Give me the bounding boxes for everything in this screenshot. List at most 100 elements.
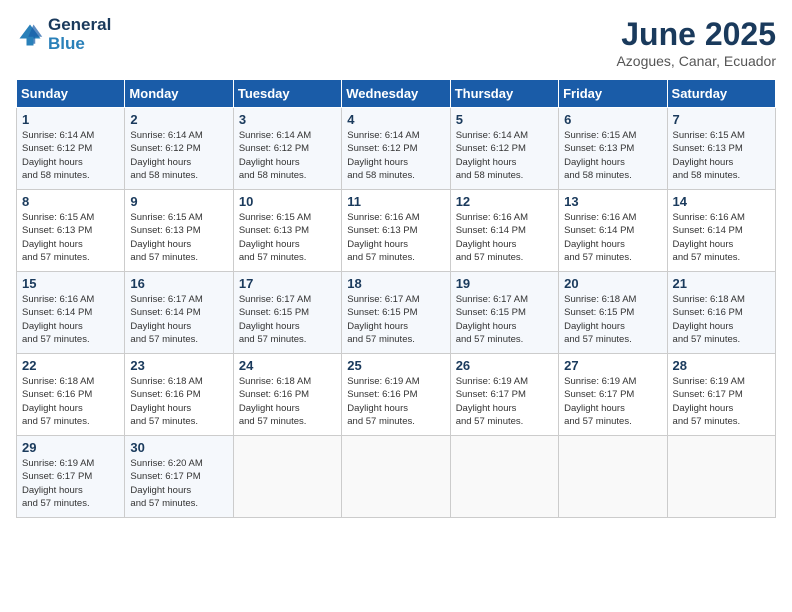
calendar-cell: 11 Sunrise: 6:16 AM Sunset: 6:13 PM Dayl… <box>342 190 450 272</box>
day-info: Sunrise: 6:15 AM Sunset: 6:13 PM Dayligh… <box>239 211 336 264</box>
day-number: 2 <box>130 112 227 127</box>
calendar-subtitle: Azogues, Canar, Ecuador <box>616 53 776 69</box>
day-number: 21 <box>673 276 770 291</box>
day-info: Sunrise: 6:14 AM Sunset: 6:12 PM Dayligh… <box>347 129 444 182</box>
calendar-cell: 16 Sunrise: 6:17 AM Sunset: 6:14 PM Dayl… <box>125 272 233 354</box>
calendar-cell: 26 Sunrise: 6:19 AM Sunset: 6:17 PM Dayl… <box>450 354 558 436</box>
day-info: Sunrise: 6:18 AM Sunset: 6:16 PM Dayligh… <box>22 375 119 428</box>
calendar-cell: 24 Sunrise: 6:18 AM Sunset: 6:16 PM Dayl… <box>233 354 341 436</box>
calendar-cell: 9 Sunrise: 6:15 AM Sunset: 6:13 PM Dayli… <box>125 190 233 272</box>
day-number: 11 <box>347 194 444 209</box>
day-number: 8 <box>22 194 119 209</box>
page-header: General Blue June 2025 Azogues, Canar, E… <box>16 16 776 69</box>
calendar-cell: 7 Sunrise: 6:15 AM Sunset: 6:13 PM Dayli… <box>667 108 775 190</box>
day-info: Sunrise: 6:17 AM Sunset: 6:15 PM Dayligh… <box>456 293 553 346</box>
calendar-cell: 10 Sunrise: 6:15 AM Sunset: 6:13 PM Dayl… <box>233 190 341 272</box>
calendar-cell: 15 Sunrise: 6:16 AM Sunset: 6:14 PM Dayl… <box>17 272 125 354</box>
day-info: Sunrise: 6:19 AM Sunset: 6:17 PM Dayligh… <box>456 375 553 428</box>
calendar-cell: 4 Sunrise: 6:14 AM Sunset: 6:12 PM Dayli… <box>342 108 450 190</box>
day-info: Sunrise: 6:16 AM Sunset: 6:14 PM Dayligh… <box>456 211 553 264</box>
day-info: Sunrise: 6:15 AM Sunset: 6:13 PM Dayligh… <box>22 211 119 264</box>
day-number: 13 <box>564 194 661 209</box>
day-number: 10 <box>239 194 336 209</box>
day-info: Sunrise: 6:15 AM Sunset: 6:13 PM Dayligh… <box>564 129 661 182</box>
day-number: 14 <box>673 194 770 209</box>
calendar-cell: 27 Sunrise: 6:19 AM Sunset: 6:17 PM Dayl… <box>559 354 667 436</box>
day-number: 15 <box>22 276 119 291</box>
calendar-title: June 2025 <box>616 16 776 53</box>
day-number: 25 <box>347 358 444 373</box>
calendar-cell: 5 Sunrise: 6:14 AM Sunset: 6:12 PM Dayli… <box>450 108 558 190</box>
calendar-cell: 12 Sunrise: 6:16 AM Sunset: 6:14 PM Dayl… <box>450 190 558 272</box>
calendar-cell: 8 Sunrise: 6:15 AM Sunset: 6:13 PM Dayli… <box>17 190 125 272</box>
day-number: 20 <box>564 276 661 291</box>
day-info: Sunrise: 6:20 AM Sunset: 6:17 PM Dayligh… <box>130 457 227 510</box>
col-tuesday: Tuesday <box>233 80 341 108</box>
day-info: Sunrise: 6:18 AM Sunset: 6:16 PM Dayligh… <box>239 375 336 428</box>
calendar-cell <box>233 436 341 518</box>
calendar-cell <box>342 436 450 518</box>
calendar-cell: 13 Sunrise: 6:16 AM Sunset: 6:14 PM Dayl… <box>559 190 667 272</box>
calendar-cell: 18 Sunrise: 6:17 AM Sunset: 6:15 PM Dayl… <box>342 272 450 354</box>
calendar-header-row: Sunday Monday Tuesday Wednesday Thursday… <box>17 80 776 108</box>
day-info: Sunrise: 6:16 AM Sunset: 6:14 PM Dayligh… <box>673 211 770 264</box>
day-number: 1 <box>22 112 119 127</box>
calendar-cell: 2 Sunrise: 6:14 AM Sunset: 6:12 PM Dayli… <box>125 108 233 190</box>
day-info: Sunrise: 6:14 AM Sunset: 6:12 PM Dayligh… <box>456 129 553 182</box>
calendar-cell: 25 Sunrise: 6:19 AM Sunset: 6:16 PM Dayl… <box>342 354 450 436</box>
day-info: Sunrise: 6:14 AM Sunset: 6:12 PM Dayligh… <box>130 129 227 182</box>
day-number: 4 <box>347 112 444 127</box>
calendar-week-3: 15 Sunrise: 6:16 AM Sunset: 6:14 PM Dayl… <box>17 272 776 354</box>
calendar-cell: 23 Sunrise: 6:18 AM Sunset: 6:16 PM Dayl… <box>125 354 233 436</box>
day-number: 23 <box>130 358 227 373</box>
col-saturday: Saturday <box>667 80 775 108</box>
col-friday: Friday <box>559 80 667 108</box>
calendar-cell: 20 Sunrise: 6:18 AM Sunset: 6:15 PM Dayl… <box>559 272 667 354</box>
calendar-cell <box>450 436 558 518</box>
calendar-cell: 21 Sunrise: 6:18 AM Sunset: 6:16 PM Dayl… <box>667 272 775 354</box>
day-number: 24 <box>239 358 336 373</box>
day-number: 7 <box>673 112 770 127</box>
calendar-cell: 19 Sunrise: 6:17 AM Sunset: 6:15 PM Dayl… <box>450 272 558 354</box>
day-number: 28 <box>673 358 770 373</box>
day-number: 22 <box>22 358 119 373</box>
calendar-cell: 14 Sunrise: 6:16 AM Sunset: 6:14 PM Dayl… <box>667 190 775 272</box>
day-number: 18 <box>347 276 444 291</box>
day-info: Sunrise: 6:19 AM Sunset: 6:17 PM Dayligh… <box>673 375 770 428</box>
day-info: Sunrise: 6:18 AM Sunset: 6:15 PM Dayligh… <box>564 293 661 346</box>
calendar-cell: 6 Sunrise: 6:15 AM Sunset: 6:13 PM Dayli… <box>559 108 667 190</box>
calendar-week-4: 22 Sunrise: 6:18 AM Sunset: 6:16 PM Dayl… <box>17 354 776 436</box>
day-number: 27 <box>564 358 661 373</box>
day-number: 5 <box>456 112 553 127</box>
day-number: 19 <box>456 276 553 291</box>
day-info: Sunrise: 6:19 AM Sunset: 6:16 PM Dayligh… <box>347 375 444 428</box>
day-info: Sunrise: 6:16 AM Sunset: 6:13 PM Dayligh… <box>347 211 444 264</box>
calendar-cell: 17 Sunrise: 6:17 AM Sunset: 6:15 PM Dayl… <box>233 272 341 354</box>
day-info: Sunrise: 6:15 AM Sunset: 6:13 PM Dayligh… <box>673 129 770 182</box>
logo-icon <box>16 21 44 49</box>
day-info: Sunrise: 6:14 AM Sunset: 6:12 PM Dayligh… <box>22 129 119 182</box>
calendar-week-5: 29 Sunrise: 6:19 AM Sunset: 6:17 PM Dayl… <box>17 436 776 518</box>
calendar-week-2: 8 Sunrise: 6:15 AM Sunset: 6:13 PM Dayli… <box>17 190 776 272</box>
calendar-cell: 22 Sunrise: 6:18 AM Sunset: 6:16 PM Dayl… <box>17 354 125 436</box>
calendar-cell <box>559 436 667 518</box>
calendar-cell: 3 Sunrise: 6:14 AM Sunset: 6:12 PM Dayli… <box>233 108 341 190</box>
day-info: Sunrise: 6:19 AM Sunset: 6:17 PM Dayligh… <box>564 375 661 428</box>
calendar-cell <box>667 436 775 518</box>
day-info: Sunrise: 6:18 AM Sunset: 6:16 PM Dayligh… <box>673 293 770 346</box>
col-monday: Monday <box>125 80 233 108</box>
calendar-cell: 1 Sunrise: 6:14 AM Sunset: 6:12 PM Dayli… <box>17 108 125 190</box>
calendar-table: Sunday Monday Tuesday Wednesday Thursday… <box>16 79 776 518</box>
day-number: 29 <box>22 440 119 455</box>
calendar-week-1: 1 Sunrise: 6:14 AM Sunset: 6:12 PM Dayli… <box>17 108 776 190</box>
day-number: 9 <box>130 194 227 209</box>
day-info: Sunrise: 6:17 AM Sunset: 6:15 PM Dayligh… <box>347 293 444 346</box>
day-info: Sunrise: 6:17 AM Sunset: 6:15 PM Dayligh… <box>239 293 336 346</box>
day-info: Sunrise: 6:16 AM Sunset: 6:14 PM Dayligh… <box>22 293 119 346</box>
day-number: 17 <box>239 276 336 291</box>
title-block: June 2025 Azogues, Canar, Ecuador <box>616 16 776 69</box>
day-number: 6 <box>564 112 661 127</box>
col-sunday: Sunday <box>17 80 125 108</box>
col-wednesday: Wednesday <box>342 80 450 108</box>
calendar-cell: 30 Sunrise: 6:20 AM Sunset: 6:17 PM Dayl… <box>125 436 233 518</box>
